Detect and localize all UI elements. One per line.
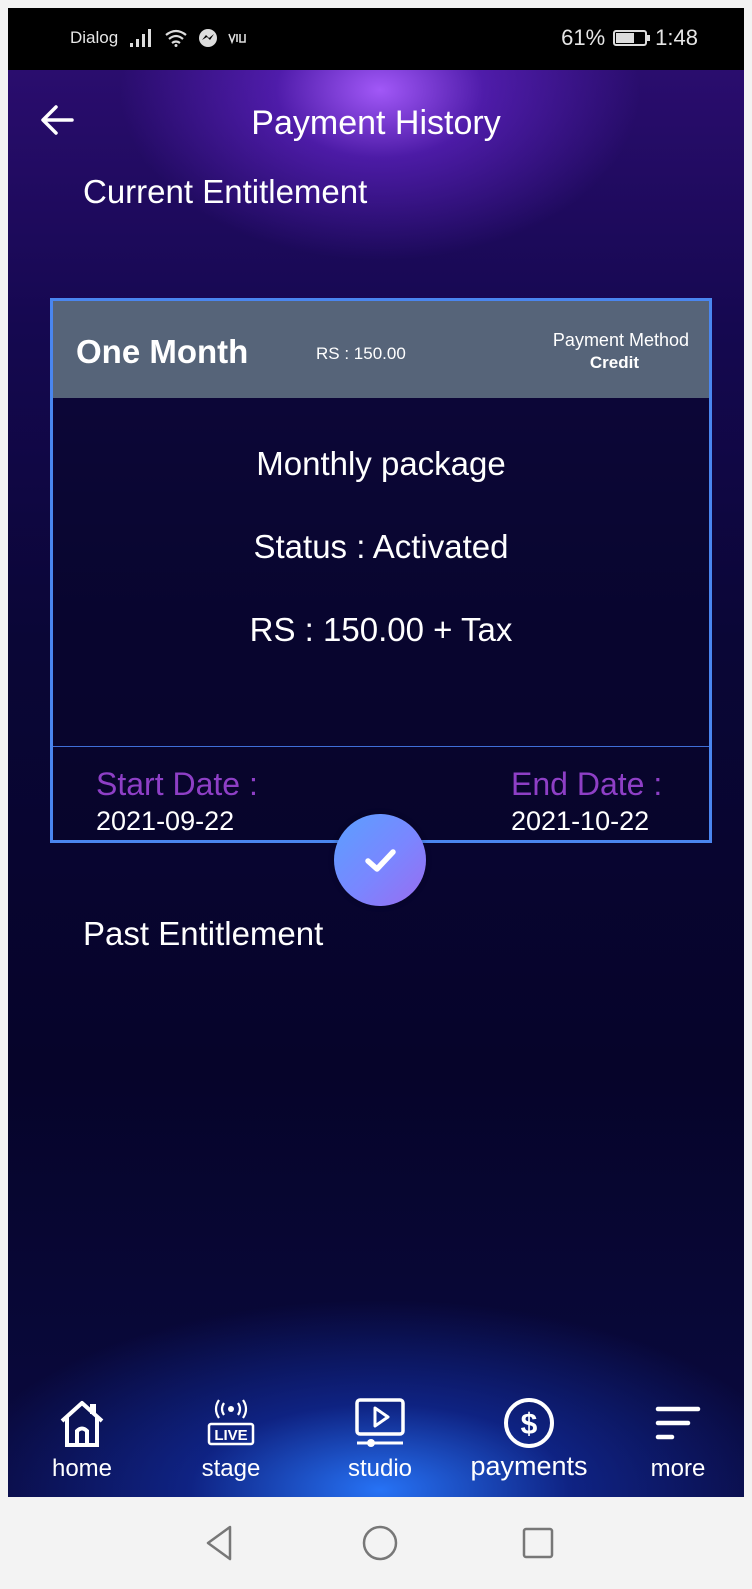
home-circle-icon[interactable] xyxy=(358,1521,402,1565)
nav-studio-label: studio xyxy=(347,1455,413,1482)
back-triangle-icon[interactable] xyxy=(198,1521,242,1565)
plan-price: RS : 150.00 xyxy=(316,344,406,363)
live-icon: LIVE xyxy=(207,1399,255,1446)
current-entitlement-label: Current Entitlement xyxy=(83,173,368,210)
nav-stage-label: stage xyxy=(201,1455,261,1482)
card-divider xyxy=(53,746,709,747)
nav-more[interactable]: more xyxy=(608,1387,744,1497)
page-title: Payment History xyxy=(251,104,501,142)
price-with-tax: RS : 150.00 + Tax xyxy=(249,611,513,648)
battery-percent: 61% xyxy=(561,25,606,50)
checkmark-icon xyxy=(365,849,396,872)
network-provider-icon xyxy=(228,33,247,45)
entitlement-card[interactable]: One Month RS : 150.00 Payment Method Cre… xyxy=(50,298,712,843)
nav-payments[interactable]: $ payments xyxy=(459,1387,599,1497)
wifi-icon xyxy=(165,29,187,47)
battery-icon xyxy=(613,30,651,46)
status-left: Dialog xyxy=(70,28,250,48)
payment-method-label: Payment Method xyxy=(552,330,689,350)
nav-more-label: more xyxy=(650,1455,706,1482)
status-text: Status : Activated xyxy=(253,528,509,565)
carrier-name: Dialog xyxy=(70,28,119,47)
svg-text:$: $ xyxy=(521,1408,538,1441)
phone-screen: Dialog 61% 1:48 Payment History Current … xyxy=(8,8,744,1589)
video-player-icon xyxy=(355,1398,405,1447)
app-content: Payment History Current Entitlement One … xyxy=(8,70,744,1497)
nav-payments-label: payments xyxy=(470,1451,588,1481)
status-bar: Dialog 61% 1:48 xyxy=(8,8,744,70)
svg-text:LIVE: LIVE xyxy=(214,1427,247,1444)
bottom-nav: home LIVE stage studio $ payments more xyxy=(8,1387,744,1497)
start-date-label: Start Date : xyxy=(96,766,258,802)
payment-method-value: Credit xyxy=(589,353,639,372)
status-right: 61% 1:48 xyxy=(561,25,698,51)
plan-name: One Month xyxy=(76,333,249,370)
home-icon xyxy=(60,1401,104,1447)
clock: 1:48 xyxy=(655,25,698,50)
system-nav-bar xyxy=(8,1497,744,1589)
nav-studio[interactable]: studio xyxy=(310,1387,450,1497)
past-entitlement-label: Past Entitlement xyxy=(83,915,324,952)
end-date-value: 2021-10-22 xyxy=(511,806,650,836)
nav-home-label: home xyxy=(51,1455,113,1482)
end-date-label: End Date : xyxy=(511,766,663,802)
start-date-value: 2021-09-22 xyxy=(96,806,235,836)
card-header: One Month RS : 150.00 Payment Method Cre… xyxy=(53,301,709,398)
messenger-icon xyxy=(199,29,218,47)
check-icon xyxy=(334,814,426,906)
nav-home[interactable]: home xyxy=(12,1387,152,1497)
menu-lines-icon xyxy=(655,1406,701,1440)
signal-icon xyxy=(130,29,152,47)
recent-apps-icon[interactable] xyxy=(516,1521,560,1565)
package-name: Monthly package xyxy=(256,445,506,482)
dollar-icon: $ xyxy=(504,1398,554,1448)
nav-stage[interactable]: LIVE stage xyxy=(161,1387,301,1497)
